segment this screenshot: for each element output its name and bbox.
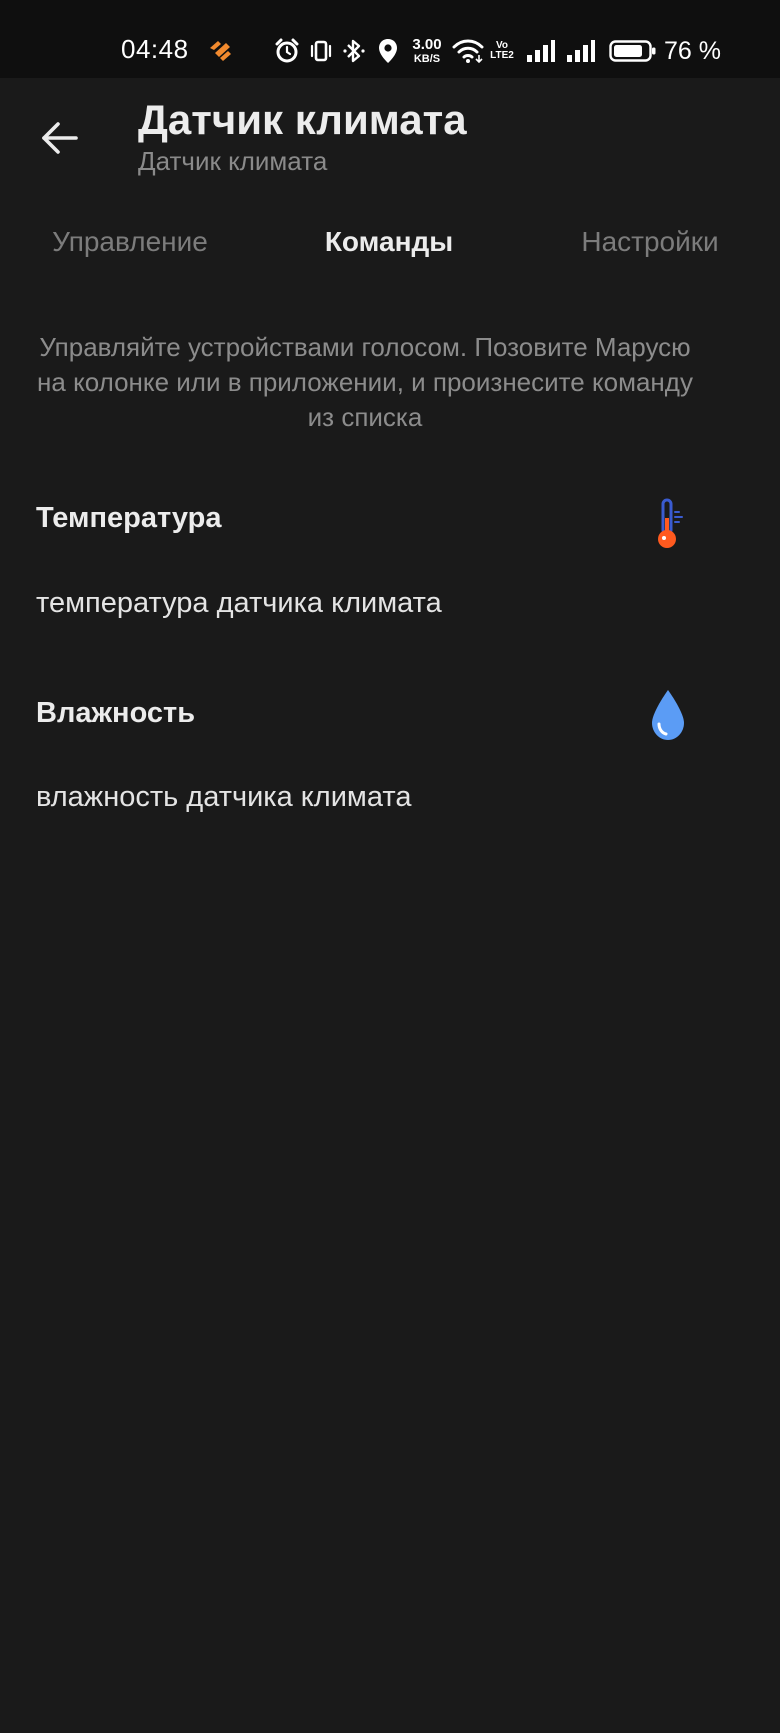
water-drop-icon xyxy=(652,690,684,740)
page-subtitle: Датчик климата xyxy=(138,146,328,176)
status-bar: 04:48 3.00 KB/S Vo LTE2 76 % xyxy=(0,0,780,78)
network-speed-unit: KB/S xyxy=(413,53,441,65)
tab-settings[interactable]: Настройки xyxy=(581,226,718,258)
alarm-icon xyxy=(272,34,302,68)
tab-commands[interactable]: Команды xyxy=(325,226,453,258)
network-speed-value: 3.00 xyxy=(412,36,442,53)
command-phrase-temperature[interactable]: температура датчика климата xyxy=(36,587,442,620)
command-title-temperature: Температура xyxy=(36,502,222,534)
battery-percent: 76 % xyxy=(664,36,721,65)
network-speed: 3.00 KB/S xyxy=(406,37,448,65)
battery-icon xyxy=(608,34,658,68)
tab-control[interactable]: Управление xyxy=(52,226,208,258)
intro-text: Управляйте устройствами голосом. Позовит… xyxy=(0,330,730,435)
location-icon xyxy=(374,34,402,68)
page-title: Датчик климата xyxy=(138,96,467,143)
intro-line: на колонке или в приложении, и произнеси… xyxy=(37,367,693,397)
wifi-icon xyxy=(450,34,486,68)
intro-line: Управляйте устройствами голосом. Позовит… xyxy=(39,332,691,362)
command-title-humidity: Влажность xyxy=(36,697,196,729)
command-phrase-humidity[interactable]: влажность датчика климата xyxy=(36,781,411,814)
arrow-left-icon[interactable] xyxy=(36,114,84,162)
volte-icon: Vo LTE2 xyxy=(488,40,516,62)
signal-sim2-icon xyxy=(564,34,598,68)
tab-bar: Управление Команды Настройки xyxy=(0,226,780,276)
thermometer-icon xyxy=(658,498,683,548)
vibrate-icon xyxy=(306,34,336,68)
status-icons: 3.00 KB/S Vo LTE2 76 % xyxy=(272,34,721,68)
status-time: 04:48 xyxy=(121,34,189,64)
signal-sim1-icon xyxy=(524,34,558,68)
bluetooth-icon xyxy=(340,34,368,68)
app-notification-icon xyxy=(210,41,231,61)
volte-bottom-label: LTE2 xyxy=(490,50,514,61)
intro-line: из списка xyxy=(307,402,423,432)
